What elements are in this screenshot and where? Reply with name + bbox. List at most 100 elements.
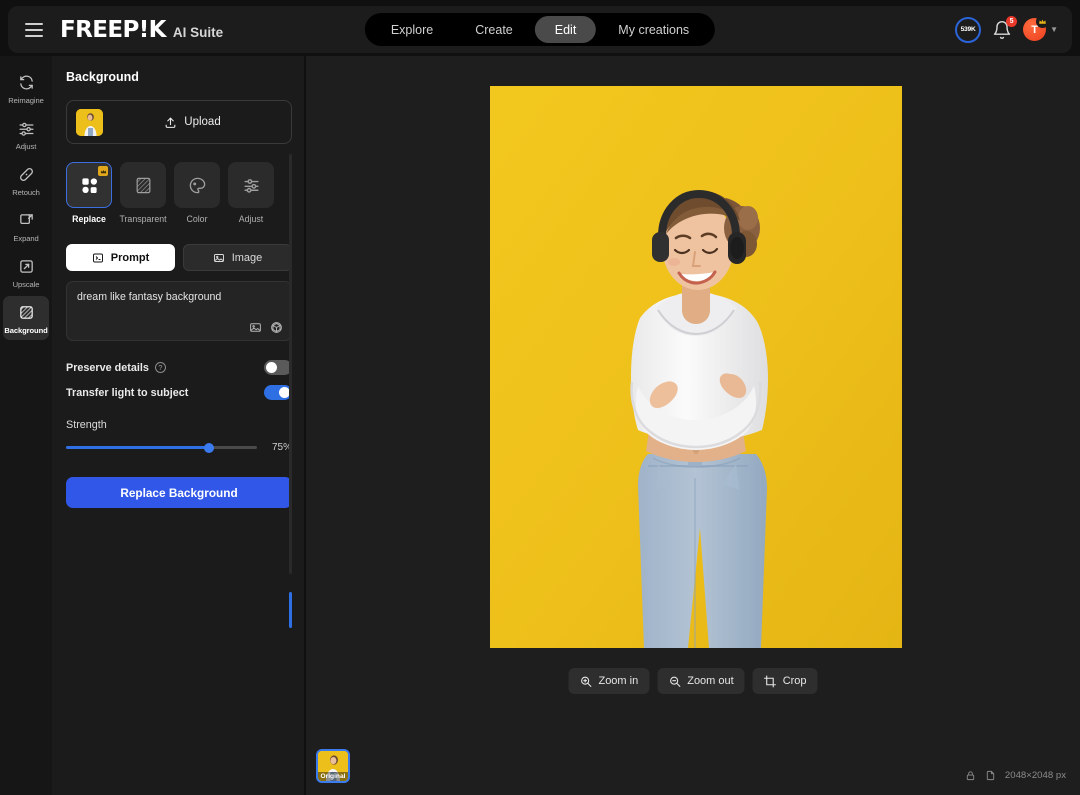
tab-edit[interactable]: Edit xyxy=(534,16,597,43)
hamburger-icon[interactable] xyxy=(25,22,43,37)
edited-photo xyxy=(490,86,902,648)
option-label: Transfer light to subject xyxy=(66,386,189,399)
prompt-icon xyxy=(92,253,103,262)
top-bar: FREEP!K AI Suite Explore Create Edit My … xyxy=(8,6,1072,53)
hatch-square-icon xyxy=(17,303,36,322)
page-title: Background xyxy=(66,70,139,84)
palette-icon xyxy=(189,177,205,193)
app-root: FREEP!K AI Suite Explore Create Edit My … xyxy=(0,0,1080,795)
slider-handle[interactable] xyxy=(204,442,215,453)
chevron-down-icon: ▼ xyxy=(1050,25,1058,34)
sidebar-item-label: Adjust xyxy=(15,142,37,151)
mode-tile-adjust[interactable]: Adjust xyxy=(228,162,274,224)
segment-label: Image xyxy=(231,251,263,264)
replace-background-button[interactable]: Replace Background xyxy=(66,477,292,508)
upscale-icon xyxy=(17,257,36,276)
sidebar-item-retouch[interactable]: Retouch xyxy=(3,158,49,202)
panel-scrollbar-thumb[interactable] xyxy=(289,592,292,628)
source-image-thumbnail xyxy=(76,108,103,136)
help-icon[interactable]: ? xyxy=(154,362,166,373)
status-bar: 2048×2048 px xyxy=(965,770,1066,781)
premium-crown-icon xyxy=(98,166,108,176)
sliders-icon xyxy=(243,178,259,193)
freepik-logo: FREEP!K xyxy=(60,16,166,43)
tab-explore[interactable]: Explore xyxy=(371,16,453,43)
brand: FREEP!K AI Suite xyxy=(60,17,223,43)
transfer-light-toggle[interactable] xyxy=(264,385,292,400)
background-panel: Background Upload Replace Transparent Co… xyxy=(52,56,304,795)
zoom-in-button[interactable]: Zoom in xyxy=(568,668,650,694)
input-mode-segments: Prompt Image xyxy=(66,244,292,271)
expand-icon xyxy=(17,211,36,230)
bandage-icon xyxy=(17,165,36,184)
mode-tile-transparent[interactable]: Transparent xyxy=(119,162,167,224)
reimagine-icon xyxy=(17,73,36,92)
mode-tile-label: Adjust xyxy=(238,214,264,224)
lock-icon[interactable] xyxy=(965,770,976,781)
crop-button[interactable]: Crop xyxy=(752,668,818,694)
version-thumbnail-original[interactable]: Original xyxy=(316,749,350,783)
version-filmstrip: Original xyxy=(316,749,350,783)
option-preserve-details: Preserve details ? xyxy=(66,360,292,375)
segment-image[interactable]: Image xyxy=(183,244,292,271)
strength-slider[interactable]: 75% xyxy=(66,442,292,453)
crop-icon xyxy=(764,675,777,687)
preserve-details-toggle[interactable] xyxy=(264,360,292,375)
option-transfer-light: Transfer light to subject xyxy=(66,385,292,400)
prompt-value: dream like fantasy background xyxy=(77,291,222,303)
image-icon xyxy=(213,253,224,262)
prompt-tools xyxy=(249,321,283,334)
panel-scrollbar[interactable] xyxy=(289,154,292,574)
version-caption: Original xyxy=(318,772,348,781)
toolbar-label: Zoom in xyxy=(598,675,639,687)
mode-tile-label: Color xyxy=(186,214,208,224)
replace-icon xyxy=(81,177,97,193)
slider-track[interactable] xyxy=(66,442,257,453)
zoom-in-icon xyxy=(581,676,592,687)
segment-prompt[interactable]: Prompt xyxy=(66,244,175,271)
prompt-input[interactable]: dream like fantasy background xyxy=(66,281,292,341)
mode-tile-label: Transparent xyxy=(119,214,167,224)
background-mode-tiles: Replace Transparent Color Adjust xyxy=(66,162,292,224)
sidebar-item-label: Background xyxy=(4,326,48,335)
mode-tile-color[interactable]: Color xyxy=(174,162,220,224)
tab-my-creations[interactable]: My creations xyxy=(598,16,709,43)
canvas-toolbar: Zoom in Zoom out Crop xyxy=(568,668,818,694)
mode-tile-label: Replace xyxy=(72,214,106,224)
strength-label: Strength xyxy=(66,419,107,431)
zoom-out-button[interactable]: Zoom out xyxy=(657,668,745,694)
upload-label: Upload xyxy=(184,116,221,128)
zoom-out-icon xyxy=(669,676,681,687)
user-menu[interactable]: T ▼ xyxy=(1023,15,1058,41)
artboard[interactable] xyxy=(490,86,902,648)
sidebar-item-reimagine[interactable]: Reimagine xyxy=(3,66,49,110)
sidebar-item-adjust[interactable]: Adjust xyxy=(3,112,49,156)
mode-tile-replace[interactable]: Replace xyxy=(66,162,112,224)
image-icon[interactable] xyxy=(249,321,262,334)
sliders-icon xyxy=(17,119,36,138)
sidebar-item-label: Expand xyxy=(13,234,39,243)
upload-icon xyxy=(165,117,176,128)
transparent-icon xyxy=(136,177,150,193)
option-label: Preserve details xyxy=(66,361,149,374)
main-nav: Explore Create Edit My creations xyxy=(364,13,716,46)
cube-3d-icon[interactable] xyxy=(270,321,283,334)
sidebar-item-upscale[interactable]: Upscale xyxy=(3,250,49,294)
canvas-area[interactable]: Zoom in Zoom out Crop Original 2048×2048… xyxy=(306,56,1080,795)
suite-label: AI Suite xyxy=(172,24,224,40)
toolbar-label: Zoom out xyxy=(687,675,734,687)
tab-create[interactable]: Create xyxy=(455,16,533,43)
sidebar-item-expand[interactable]: Expand xyxy=(3,204,49,248)
sidebar-item-background[interactable]: Background xyxy=(3,296,49,340)
notifications-button[interactable]: 5 xyxy=(992,15,1018,40)
upload-button[interactable]: Upload xyxy=(103,116,282,129)
upload-row[interactable]: Upload xyxy=(66,100,292,144)
notification-count-badge: 5 xyxy=(1006,15,1018,27)
sidebar-item-label: Reimagine xyxy=(8,96,44,105)
top-bar-actions: 539K 5 T ▼ xyxy=(955,15,1058,43)
credits-badge[interactable]: 539K xyxy=(955,16,982,43)
tool-rail: Reimagine Adjust Retouch Expand Upscale … xyxy=(0,56,52,795)
crown-icon xyxy=(1036,15,1049,28)
sidebar-item-label: Retouch xyxy=(12,188,40,197)
sidebar-item-label: Upscale xyxy=(12,280,40,289)
